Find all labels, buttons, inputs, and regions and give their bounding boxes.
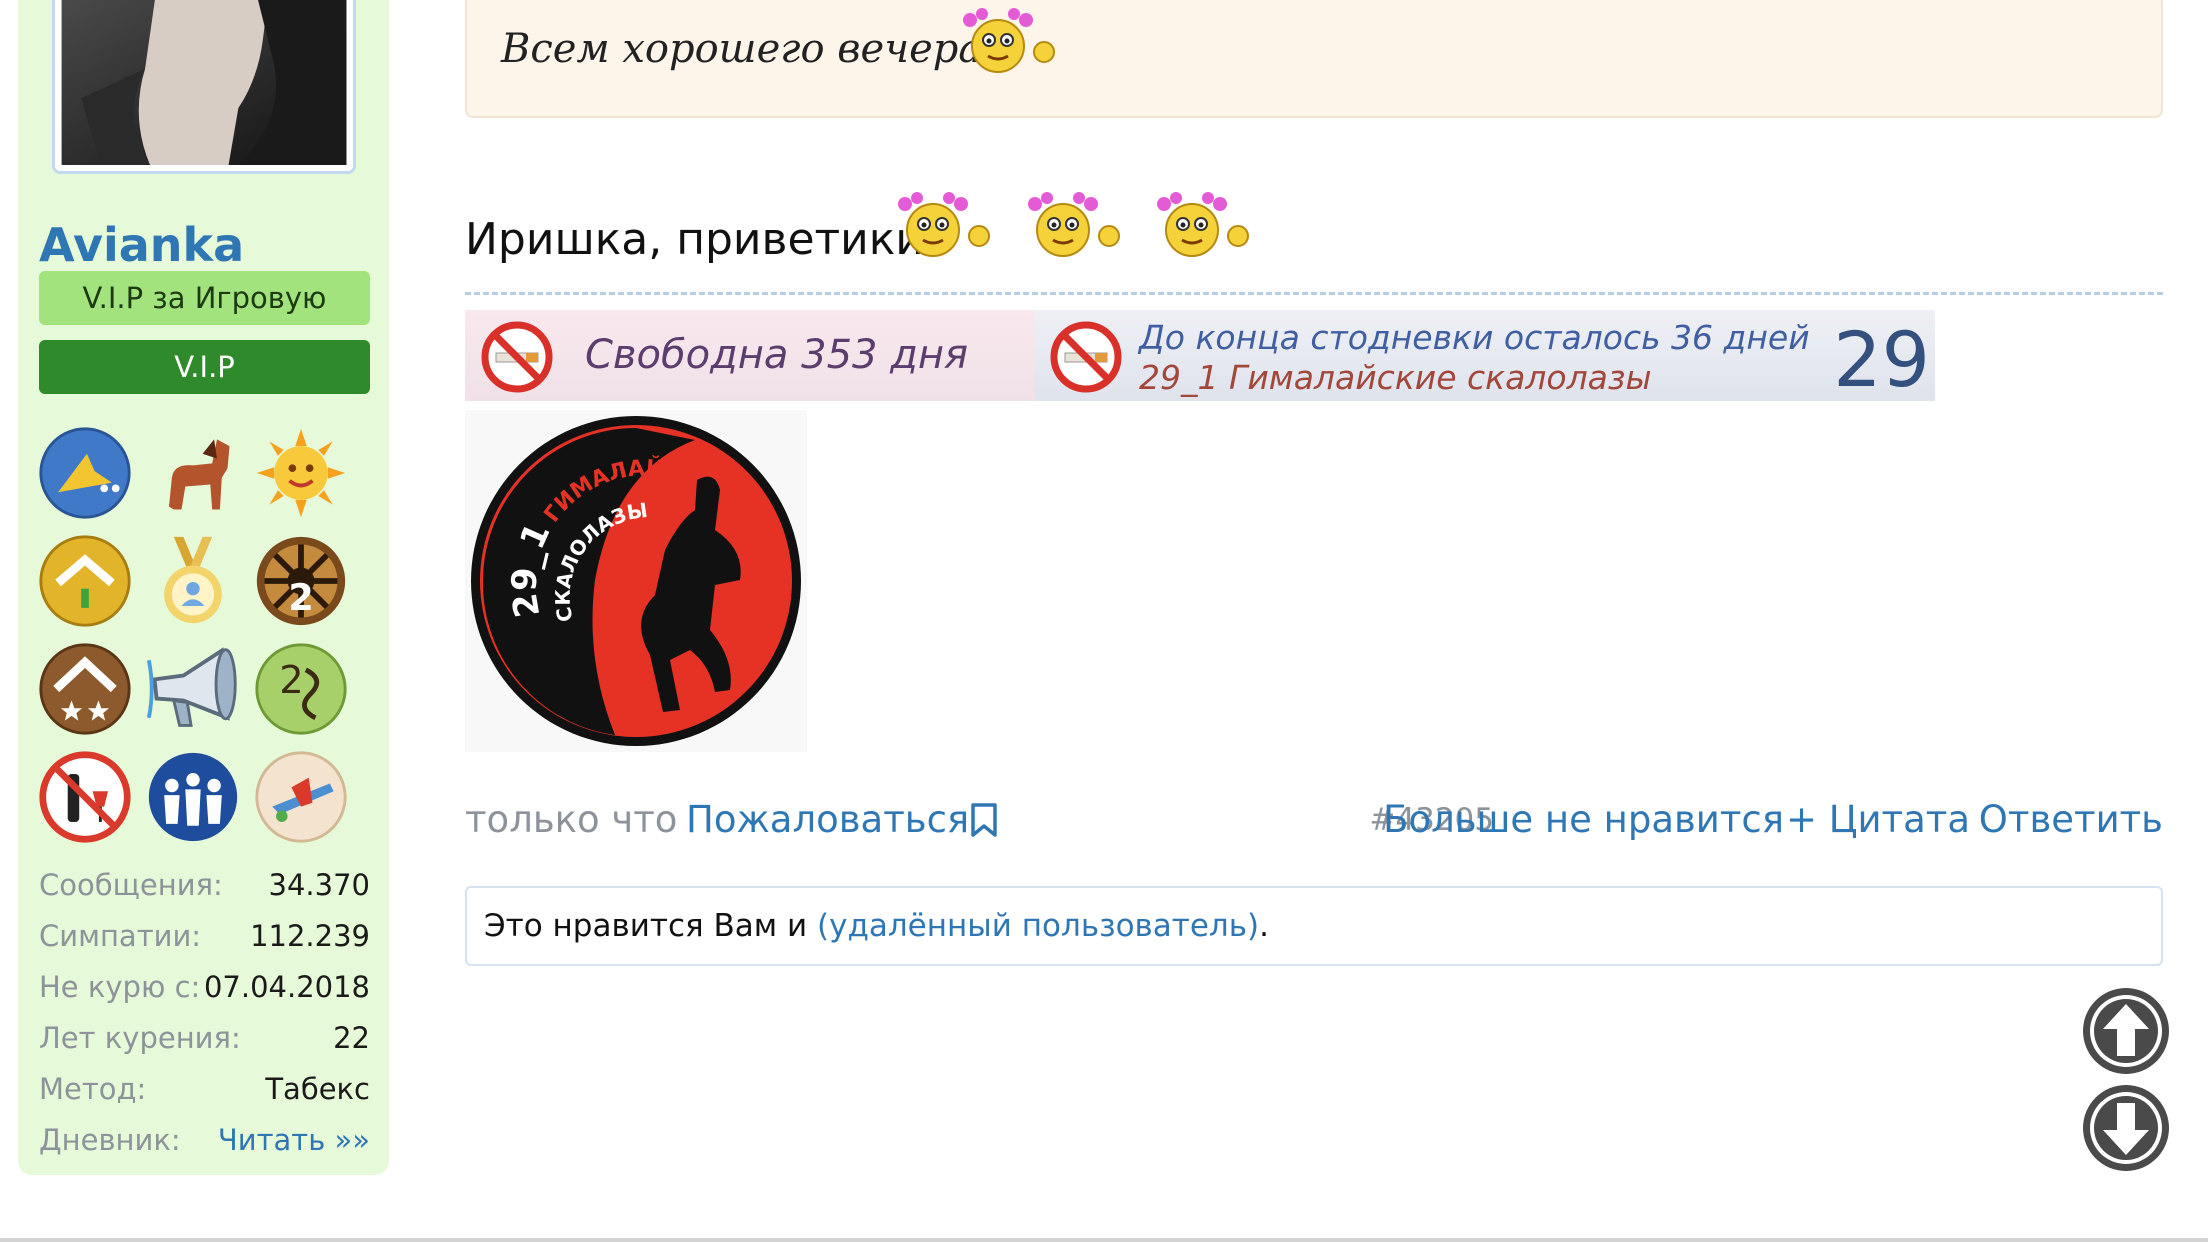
quote-block: Всем хорошего вечера (465, 0, 2163, 118)
quote-text: Всем хорошего вечера (501, 26, 983, 72)
likes-prefix: Это нравится Вам и (484, 908, 817, 944)
smoke-free-banner[interactable]: Свободна 353 дня (465, 310, 1035, 401)
avatar[interactable] (52, 0, 356, 174)
post-time[interactable]: только что (465, 793, 677, 847)
arrow-down-icon (2083, 1085, 2169, 1171)
svg-text:2: 2 (288, 576, 313, 619)
awards-grid: 2 2 (37, 425, 377, 845)
stat-label: Лет курения: (39, 1021, 241, 1055)
page-bottom-divider (0, 1238, 2208, 1242)
stat-value: 22 (333, 1021, 370, 1055)
stat-label: Сообщения: (39, 868, 223, 902)
sun-award-icon[interactable] (253, 425, 349, 521)
no-smoking-icon (480, 320, 554, 394)
stat-label: Дневник: (39, 1123, 181, 1157)
group-logo[interactable]: 29_1 ГИМАЛАЙСКИЕ СКАЛОЛАЗЫ (465, 410, 807, 752)
smoke-free-days: Свободна 353 дня (585, 332, 969, 378)
svg-text:2: 2 (279, 658, 303, 703)
user-stats: Сообщения: 34.370 Симпатии: 112.239 Не к… (39, 860, 370, 1166)
arrow-up-icon (2083, 988, 2169, 1074)
stat-quit-date: Не курю с: 07.04.2018 (39, 962, 370, 1013)
stat-label: Метод: (39, 1072, 147, 1106)
waving-smiley-icon (1017, 188, 1129, 262)
horse-award-icon[interactable] (145, 425, 241, 521)
likes-suffix: . (1259, 908, 1269, 944)
likes-summary: Это нравится Вам и (удалённый пользовате… (465, 886, 2163, 966)
plane-award-icon[interactable] (253, 749, 349, 845)
scroll-to-bottom-button[interactable] (2081, 1083, 2171, 1173)
bookmark-icon[interactable] (969, 802, 999, 838)
diary-link[interactable]: Читать »» (218, 1115, 370, 1166)
stat-value: 112.239 (250, 919, 370, 953)
waving-smiley-icon (1146, 188, 1258, 262)
stat-diary: Дневник: Читать »» (39, 1115, 370, 1166)
stat-label: Не курю с: (39, 970, 201, 1004)
countdown-text: До конца стодневки осталось 36 дней (1139, 318, 1810, 357)
unlike-button[interactable]: Больше не нравится (1383, 793, 1784, 847)
bird-award-icon[interactable] (37, 425, 133, 521)
stat-value: Табекс (265, 1072, 370, 1106)
group-name-text: 29_1 Гималайские скалолазы (1139, 358, 1652, 397)
team-award-icon[interactable] (145, 749, 241, 845)
no-alcohol-award-icon[interactable] (37, 749, 133, 845)
helm-award-icon[interactable]: 2 (253, 533, 349, 629)
liker-link[interactable]: (удалённый пользователь) (817, 908, 1259, 944)
medal-award-icon[interactable] (145, 533, 241, 629)
countdown-number: 29 (1833, 315, 1930, 404)
username[interactable]: Avianka (39, 218, 244, 272)
no-smoking-icon (1049, 320, 1123, 394)
stat-method: Метод: Табекс (39, 1064, 370, 1115)
user-title-badge: V.I.P за Игровую (39, 271, 370, 325)
waving-smiley-icon (887, 188, 999, 262)
countdown-banner[interactable]: До конца стодневки осталось 36 дней 29_1… (1035, 310, 1935, 404)
post-greeting: Иришка, приветики (465, 214, 924, 265)
vip-badge: V.I.P (39, 340, 370, 394)
stat-value: 34.370 (268, 868, 370, 902)
gold-rank-award-icon[interactable] (37, 533, 133, 629)
reply-button[interactable]: Ответить (1979, 793, 2163, 847)
signature-separator (465, 292, 2163, 295)
report-link[interactable]: Пожаловаться (686, 793, 969, 847)
stat-label: Симпатии: (39, 919, 202, 953)
stat-smoking-years: Лет курения: 22 (39, 1013, 370, 1064)
scroll-to-top-button[interactable] (2081, 986, 2171, 1076)
quote-button[interactable]: + Цитата (1786, 793, 1970, 847)
stat-likes: Симпатии: 112.239 (39, 911, 370, 962)
stat-messages: Сообщения: 34.370 (39, 860, 370, 911)
post-actions: только что Пожаловаться #43205 Больше не… (465, 793, 2163, 847)
avatar-image (61, 0, 347, 165)
stars-rank-award-icon[interactable] (37, 641, 133, 737)
waving-smiley-icon (952, 4, 1064, 78)
stat-value: 07.04.2018 (203, 970, 370, 1004)
user-sidebar: Avianka V.I.P за Игровую V.I.P 2 2 Сообщ… (18, 0, 389, 1175)
megaphone-award-icon[interactable] (145, 641, 241, 737)
rank-2-award-icon[interactable]: 2 (253, 641, 349, 737)
